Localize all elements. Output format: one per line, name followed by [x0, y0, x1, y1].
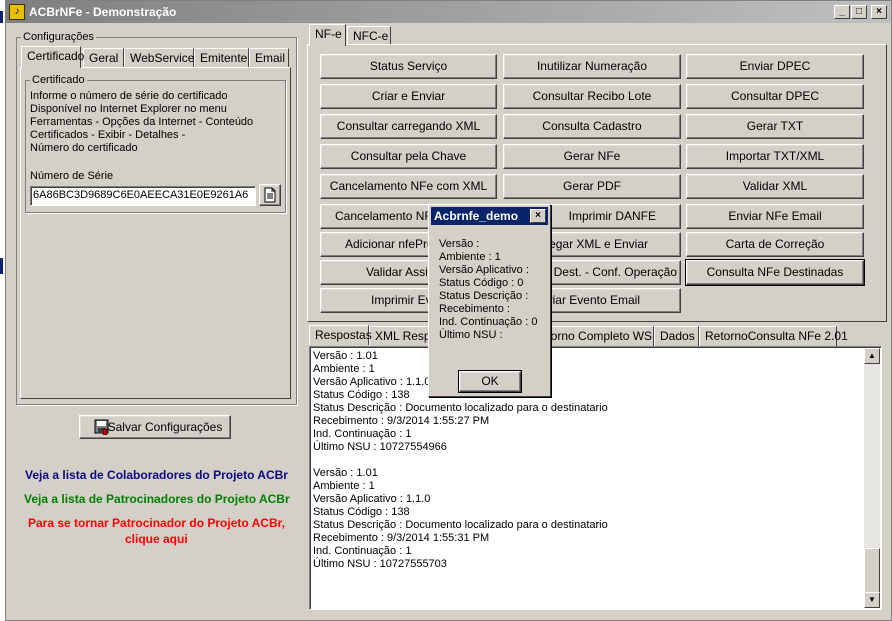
dialog-ok-button[interactable]: OK [458, 370, 522, 393]
configuracoes-legend: Configurações [21, 31, 96, 43]
carta-correcao-button[interactable]: Carta de Correção [686, 232, 864, 257]
main-window: ♪ ACBrNFe - Demonstração _ □ × Configura… [5, 0, 892, 621]
log-line: Último NSU : 10727554966 [313, 441, 447, 453]
consulta-cadastro-button[interactable]: Consulta Cadastro [503, 114, 681, 139]
log-text: Versão : 1.01 Ambiente : 1 Versão Aplica… [310, 347, 881, 571]
minimize-button[interactable]: _ [834, 5, 850, 19]
colaboradores-link[interactable]: Veja a lista de Colaboradores do Projeto… [25, 468, 288, 482]
dialog-line: Último NSU : [439, 329, 503, 341]
certificado-legend: Certificado [30, 74, 87, 86]
save-config-label: Salvar Configurações [107, 420, 223, 434]
log-line: Ind. Continuação : 1 [313, 545, 412, 557]
log-line: Ambiente : 1 [313, 363, 375, 375]
tornar-patrocinador-link-2[interactable]: clique aqui [125, 532, 188, 546]
dialog-line: Versão : [439, 238, 480, 250]
tab-retorno-consulta[interactable]: RetornoConsulta NFe 2.01 [699, 326, 848, 346]
patrocinadores-link[interactable]: Veja a lista de Patrocinadores do Projet… [24, 492, 290, 506]
log-line: Último NSU : 10727555703 [313, 558, 447, 570]
app-icon: ♪ [9, 4, 25, 20]
scroll-down-button[interactable]: ▼ [864, 592, 880, 608]
tab-xml-resposta[interactable]: XML Resp [369, 326, 431, 346]
criar-enviar-button[interactable]: Criar e Enviar [320, 84, 497, 109]
tab-geral[interactable]: Geral [83, 48, 124, 68]
enviar-dpec-button[interactable]: Enviar DPEC [686, 54, 864, 79]
dialog-close-button[interactable]: × [530, 209, 546, 223]
save-config-button[interactable]: Salvar Configurações [79, 415, 231, 439]
respostas-memo[interactable]: Versão : 1.01 Ambiente : 1 Versão Aplica… [309, 346, 882, 610]
maximize-button[interactable]: □ [851, 5, 867, 19]
cert-info-line: Número do certificado [30, 142, 138, 154]
nfe-page: Status Serviço Inutilizar Numeração Envi… [307, 44, 887, 322]
log-line: Versão Aplicativo : 1.1.0 [313, 376, 431, 388]
log-line: Ind. Continuação : 1 [313, 428, 412, 440]
tab-certificado[interactable]: Certificado [21, 46, 84, 68]
log-line: Status Código : 138 [313, 506, 410, 518]
log-line: Recebimento : 9/3/2014 1:55:27 PM [313, 415, 490, 427]
scroll-up-button[interactable]: ▲ [864, 348, 880, 364]
log-line: Status Código : 138 [313, 389, 410, 401]
validar-xml-button[interactable]: Validar XML [686, 174, 864, 199]
gerar-pdf-button[interactable]: Gerar PDF [503, 174, 681, 199]
dialog-line: Versão Aplicativo : [439, 264, 529, 276]
importar-txt-button[interactable]: Importar TXT/XML [686, 144, 864, 169]
cert-info-line: Certificados - Exibir - Detalhes - [30, 129, 186, 141]
status-servico-button[interactable]: Status Serviço [320, 54, 497, 79]
serial-label: Número de Série [30, 170, 114, 182]
tab-nfce[interactable]: NFC-e [347, 26, 391, 46]
tornar-patrocinador-link[interactable]: Para se tornar Patrocinador do Projeto A… [28, 516, 285, 530]
cert-info-line: Informe o número de série do certificado [30, 90, 228, 102]
dialog-title: Acbrnfe_demo [434, 209, 519, 223]
tab-nfe[interactable]: NF-e [309, 24, 346, 46]
log-line: Recebimento : 9/3/2014 1:55:31 PM [313, 532, 490, 544]
consulta-nfe-destinadas-button[interactable]: Consulta NFe Destinadas [685, 259, 865, 286]
consultar-xml-button[interactable]: Consultar carregando XML [320, 114, 497, 139]
dialog-line: Ambiente : 1 [439, 251, 501, 263]
floppy-save-icon [94, 419, 109, 435]
message-dialog: Acbrnfe_demo × Versão : Ambiente : 1 Ver… [428, 204, 551, 397]
inutilizar-numeracao-button[interactable]: Inutilizar Numeração [503, 54, 681, 79]
log-line: Versão : 1.01 [313, 467, 378, 479]
gerar-txt-button[interactable]: Gerar TXT [686, 114, 864, 139]
dialog-line: Status Código : 0 [439, 277, 524, 289]
tab-webservice[interactable]: WebService [124, 48, 194, 68]
select-certificate-button[interactable] [259, 184, 281, 206]
tab-dados[interactable]: Dados [654, 326, 699, 346]
log-line: Versão Aplicativo : 1.1.0 [313, 493, 431, 505]
cancelamento-xml-button[interactable]: Cancelamento NFe com XML [320, 174, 497, 199]
dialog-line: Recebimento : [439, 303, 510, 315]
consultar-recibo-button[interactable]: Consultar Recibo Lote [503, 84, 681, 109]
gerar-nfe-button[interactable]: Gerar NFe [503, 144, 681, 169]
consultar-chave-button[interactable]: Consultar pela Chave [320, 144, 497, 169]
dialog-title-bar[interactable]: Acbrnfe_demo × [431, 207, 548, 225]
window-title: ACBrNFe - Demonstração [29, 5, 177, 19]
desktop-edge-mark [0, 11, 3, 23]
scroll-thumb[interactable] [864, 548, 880, 594]
certificado-page: Certificado Informe o número de série do… [20, 67, 291, 399]
consultar-dpec-button[interactable]: Consultar DPEC [686, 84, 864, 109]
desktop-edge-mark [0, 258, 3, 274]
cert-info-line: Ferramentas - Opções da Internet - Conte… [30, 116, 254, 128]
log-line: Status Descrição : Documento localizado … [313, 519, 608, 531]
close-button[interactable]: × [871, 5, 887, 19]
log-line: Status Descrição : Documento localizado … [313, 402, 608, 414]
tab-respostas[interactable]: Respostas [309, 325, 372, 345]
tab-emitente[interactable]: Emitente [194, 48, 249, 68]
log-line: Ambiente : 1 [313, 480, 375, 492]
title-bar[interactable]: ♪ ACBrNFe - Demonstração _ □ × [6, 1, 891, 23]
enviar-nfe-email-button[interactable]: Enviar NFe Email [686, 204, 864, 229]
document-icon [264, 187, 276, 203]
vertical-scrollbar[interactable]: ▲ ▼ [864, 348, 880, 608]
tab-email[interactable]: Email [249, 48, 289, 68]
dialog-line: Ind. Continuação : 0 [439, 316, 538, 328]
cert-info-line: Disponível no Internet Explorer no menu [30, 103, 227, 115]
serial-input[interactable]: 6A86BC3D9689C6E0AEECA31E0E9261A6 [30, 186, 256, 206]
dialog-line: Status Descrição : [439, 290, 529, 302]
log-line: Versão : 1.01 [313, 350, 378, 362]
